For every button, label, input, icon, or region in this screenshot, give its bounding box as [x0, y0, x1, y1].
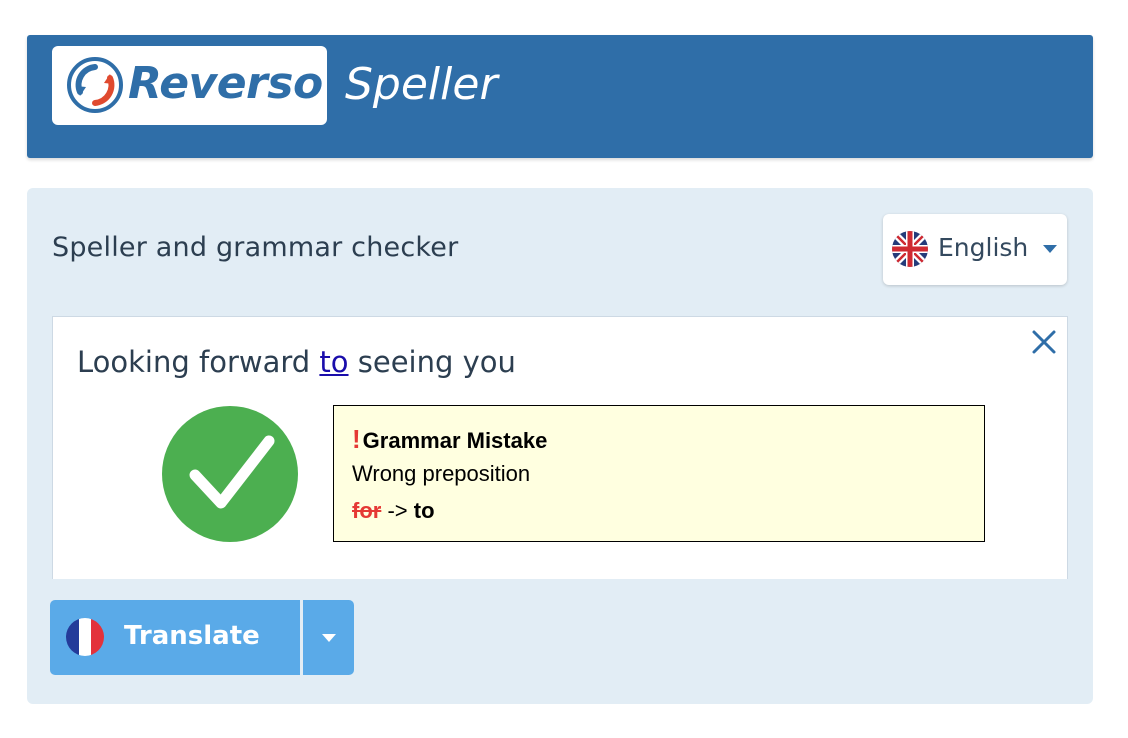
checkmark-circle-icon — [162, 406, 298, 542]
editor-text-after: seeing you — [348, 345, 516, 379]
uk-flag-icon — [892, 231, 928, 267]
grammar-tooltip: !Grammar Mistake Wrong preposition for -… — [333, 405, 985, 542]
tooltip-description: Wrong preposition — [352, 461, 531, 486]
logo-text: Reverso — [128, 58, 323, 109]
translate-dropdown-button[interactable] — [303, 600, 354, 675]
language-select[interactable]: English — [883, 214, 1067, 285]
tooltip-correction: for -> to — [352, 498, 435, 524]
reverso-logo-icon — [67, 57, 123, 113]
corrected-word[interactable]: to — [319, 345, 348, 379]
tooltip-title: !Grammar Mistake — [352, 424, 547, 455]
close-icon[interactable] — [1029, 327, 1059, 357]
chevron-down-icon — [322, 634, 336, 642]
suggested-word[interactable]: to — [414, 498, 435, 523]
editor-text[interactable]: Looking forward to seeing you — [77, 345, 516, 379]
page-title: Speller and grammar checker — [52, 232, 459, 263]
editor-text-before: Looking forward — [77, 345, 320, 379]
wrong-word: for — [352, 498, 382, 523]
app-header: Reverso Speller — [27, 35, 1093, 158]
reverso-logo[interactable]: Reverso — [52, 46, 327, 125]
language-label: English — [938, 233, 1029, 262]
tooltip-title-text: Grammar Mistake — [362, 428, 548, 453]
translate-button[interactable]: Translate — [50, 600, 300, 675]
app-name: Speller — [345, 59, 498, 110]
france-flag-icon — [66, 618, 104, 656]
correction-arrow: -> — [387, 498, 408, 523]
text-editor[interactable]: Looking forward to seeing you !Grammar M… — [52, 316, 1068, 579]
exclamation-icon: ! — [352, 424, 361, 454]
translate-label: Translate — [124, 621, 260, 651]
chevron-down-icon — [1043, 245, 1057, 253]
checker-panel: Speller and grammar checker English Look… — [27, 188, 1093, 704]
